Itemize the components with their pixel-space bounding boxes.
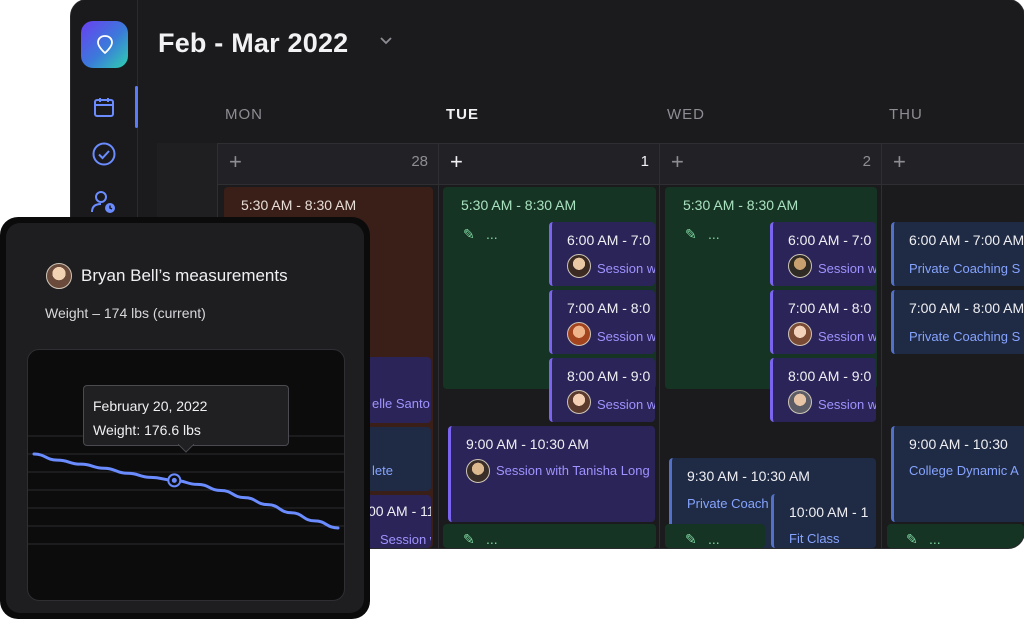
pencil-icon[interactable]: ✎ [685,226,697,243]
check-circle-icon[interactable] [88,138,120,170]
event-card[interactable]: 8:00 AM - 9:0 Session w [549,358,655,422]
event-subtitle: Private Coaching S [909,261,1021,276]
event-subtitle: lete [372,463,393,478]
event-card[interactable]: 6:00 AM - 7:0 Session w [549,222,655,286]
day-number-tue: 1 [640,153,649,170]
block-time-wed: 5:30 AM - 8:30 AM [683,197,799,213]
event-subtitle: Session w [380,532,431,547]
event-time: 7:00 AM - 8:0 [567,300,651,316]
more-dots[interactable]: ... [708,531,720,547]
calendar-icon[interactable] [88,91,120,123]
event-card[interactable]: 9:00 AM - 10:30 College Dynamic A [891,426,1024,522]
avatar [788,254,812,278]
availability-block-tue-2[interactable] [443,524,656,548]
event-subtitle: Session w [818,261,876,276]
chevron-down-icon[interactable] [379,36,393,46]
event-time: 9:00 AM - 10:30 [909,436,1008,452]
page-title: Feb - Mar 2022 [158,28,349,58]
avatar [788,322,812,346]
event-subtitle: Session with Tanisha Long [496,463,650,478]
sidebar-active-indicator [135,86,138,128]
event-subtitle: Session w [818,329,876,344]
event-subtitle: Session w [597,261,655,276]
event-time: 7:00 AM - 8:0 [788,300,872,316]
more-dots[interactable]: ... [708,226,720,242]
day-header-mon: MON [225,106,263,123]
event-card[interactable]: 7:00 AM - 8:0 Session w [549,290,655,354]
avatar [567,322,591,346]
event-subtitle: Session w [818,397,876,412]
event-time: 8:00 AM - 9:0 [788,368,872,384]
day-header-wed: WED [667,106,705,123]
pencil-icon[interactable]: ✎ [685,531,697,548]
event-subtitle: College Dynamic A [909,463,1019,478]
column-divider [881,143,882,548]
event-time: 6:00 AM - 7:0 [567,232,651,248]
pencil-icon[interactable]: ✎ [463,226,475,243]
more-dots[interactable]: ... [486,531,498,547]
avatar [567,254,591,278]
pencil-icon[interactable]: ✎ [906,531,918,548]
tooltip-arrow [178,444,194,453]
add-event-tue-button[interactable]: + [450,150,463,174]
block-time-mon: 5:30 AM - 8:30 AM [241,197,357,213]
avatar [788,390,812,414]
add-event-thu-button[interactable]: + [893,150,906,174]
user-clock-icon[interactable] [88,186,120,218]
avatar [466,459,490,483]
event-time: 6:00 AM - 7:00 AM [909,232,1024,248]
add-event-mon-button[interactable]: + [229,150,242,174]
highlighted-point [171,477,177,483]
avatar [567,390,591,414]
event-subtitle: Fit Class [789,531,840,546]
event-card[interactable]: 8:00 AM - 9:0 Session w [770,358,876,422]
tooltip-value: Weight: 176.6 lbs [93,422,201,438]
event-time: 8:00 AM - 9:0 [567,368,651,384]
weight-series-line [32,452,340,530]
event-card[interactable]: 6:00 AM - 7:00 AM Private Coaching S [891,222,1024,286]
app-logo[interactable] [81,21,128,68]
block-time-tue: 5:30 AM - 8:30 AM [461,197,577,213]
day-header-tue: TUE [446,106,479,123]
measurements-title: Bryan Bell’s measurements [81,266,288,285]
event-time: 9:00 AM - 10:30 AM [466,436,589,452]
event-card[interactable]: 9:00 AM - 10:30 AM Session with Tanisha … [448,426,655,522]
pencil-icon[interactable]: ✎ [463,531,475,548]
event-time: 7:00 AM - 8:00 AM [909,300,1024,316]
column-divider [659,143,660,548]
location-pin-icon [96,34,113,54]
more-dots[interactable]: ... [486,226,498,242]
event-time: 10:00 AM - 1 [789,504,869,520]
event-card[interactable]: 7:00 AM - 8:0 Session w [770,290,876,354]
day-number-wed: 2 [862,153,871,170]
event-subtitle: elle Santo [372,396,430,411]
event-time: 00 AM - 11 [368,503,431,519]
more-dots[interactable]: ... [929,531,941,547]
event-subtitle: Session w [597,397,655,412]
column-divider [438,143,439,548]
event-subtitle: Private Coaching S [909,329,1021,344]
event-subtitle: Private Coach [687,496,769,511]
add-event-wed-button[interactable]: + [671,150,684,174]
event-time: 9:30 AM - 10:30 AM [687,468,810,484]
event-card[interactable]: 6:00 AM - 7:0 Session w [770,222,876,286]
tooltip-date: February 20, 2022 [93,398,208,414]
event-card[interactable]: 7:00 AM - 8:00 AM Private Coaching S [891,290,1024,354]
event-subtitle: Session w [597,329,655,344]
day-number-mon: 28 [411,153,428,170]
day-header-thu: THU [889,106,923,123]
chart-tooltip: February 20, 2022 Weight: 176.6 lbs [83,385,289,453]
event-card[interactable]: 10:00 AM - 1 Fit Class [771,494,876,548]
event-time: 6:00 AM - 7:0 [788,232,872,248]
avatar [46,263,72,289]
current-weight: Weight – 174 lbs (current) [45,305,206,321]
